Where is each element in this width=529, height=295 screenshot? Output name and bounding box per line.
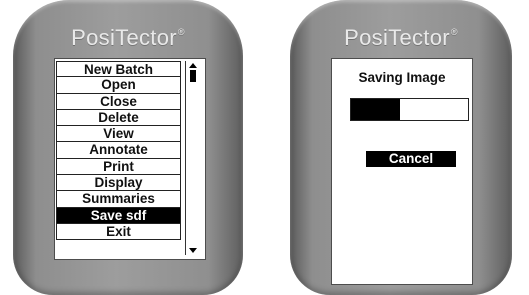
save-progress-bar bbox=[350, 98, 469, 121]
menu-item-view[interactable]: View bbox=[56, 126, 181, 143]
menu-item-open[interactable]: Open bbox=[56, 77, 181, 94]
scroll-down-arrow-icon[interactable] bbox=[189, 248, 197, 253]
cancel-button[interactable]: Cancel bbox=[366, 151, 456, 167]
memory-menu: New Batch Open Close Delete View Annotat… bbox=[56, 61, 181, 241]
device-screen: New Batch Open Close Delete View Annotat… bbox=[54, 58, 206, 260]
menu-item-new-batch[interactable]: New Batch bbox=[56, 61, 181, 78]
menu-item-close[interactable]: Close bbox=[56, 93, 181, 110]
brand-logo: PosiTector® bbox=[71, 25, 185, 50]
device-screen: Saving Image Cancel bbox=[331, 58, 473, 285]
menu-item-exit[interactable]: Exit bbox=[56, 223, 181, 241]
progress-fill bbox=[351, 99, 401, 120]
positector-device-menu: PosiTector® New Batch Open Close Delete … bbox=[13, 0, 243, 295]
menu-item-display[interactable]: Display bbox=[56, 175, 181, 192]
scroll-thumb[interactable] bbox=[190, 70, 196, 82]
positector-device-saving: PosiTector® Saving Image Cancel bbox=[290, 0, 512, 295]
menu-item-annotate[interactable]: Annotate bbox=[56, 142, 181, 159]
dialog-title: Saving Image bbox=[358, 70, 446, 85]
menu-item-save-sdf[interactable]: Save sdf bbox=[56, 207, 181, 224]
menu-item-summaries[interactable]: Summaries bbox=[56, 191, 181, 208]
menu-item-delete[interactable]: Delete bbox=[56, 109, 181, 127]
menu-item-print[interactable]: Print bbox=[56, 158, 181, 176]
menu-scrollbar[interactable] bbox=[185, 61, 201, 255]
brand-logo: PosiTector® bbox=[344, 25, 458, 50]
scroll-up-arrow-icon[interactable] bbox=[189, 63, 197, 68]
